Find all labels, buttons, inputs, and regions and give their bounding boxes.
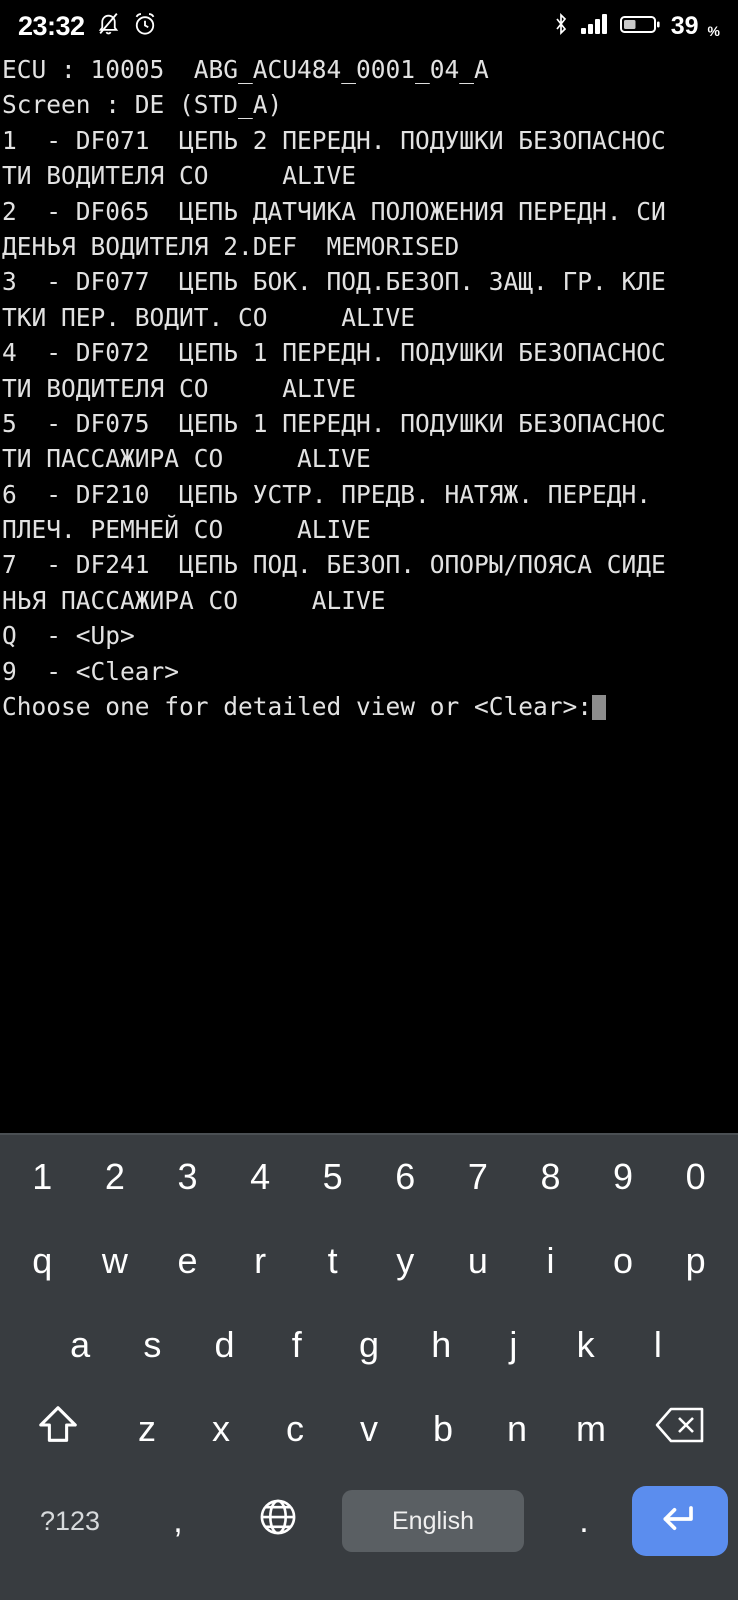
- language-switch-key[interactable]: [226, 1471, 330, 1571]
- symbols-key[interactable]: ?123: [10, 1471, 130, 1571]
- period-key[interactable]: .: [536, 1471, 632, 1571]
- key-8[interactable]: 8: [514, 1135, 587, 1219]
- terminal-line: 1 - DF071 ЦЕПЬ 2 ПЕРЕДН. ПОДУШКИ БЕЗОПАС…: [2, 125, 666, 155]
- key-x[interactable]: x: [184, 1387, 258, 1471]
- key-o[interactable]: o: [587, 1219, 660, 1303]
- bell-mute-icon: [96, 11, 121, 41]
- key-6[interactable]: 6: [369, 1135, 442, 1219]
- key-i[interactable]: i: [514, 1219, 587, 1303]
- text-cursor: [592, 695, 607, 721]
- key-h[interactable]: h: [405, 1303, 477, 1387]
- key-p[interactable]: p: [659, 1219, 732, 1303]
- terminal-menu-option: 9 - <Clear>: [2, 656, 180, 686]
- space-key[interactable]: English: [342, 1490, 524, 1552]
- key-j[interactable]: j: [477, 1303, 549, 1387]
- key-b[interactable]: b: [406, 1387, 480, 1471]
- terminal-line: 7 - DF241 ЦЕПЬ ПОД. БЕЗОП. ОПОРЫ/ПОЯСА С…: [2, 550, 666, 580]
- key-c[interactable]: c: [258, 1387, 332, 1471]
- key-2[interactable]: 2: [79, 1135, 152, 1219]
- keyboard-row-function: ?123 , English .: [0, 1471, 738, 1571]
- keyboard-row-numbers: 1 2 3 4 5 6 7 8 9 0: [0, 1135, 738, 1219]
- key-e[interactable]: e: [151, 1219, 224, 1303]
- enter-key[interactable]: [632, 1486, 728, 1556]
- key-7[interactable]: 7: [442, 1135, 515, 1219]
- key-z[interactable]: z: [110, 1387, 184, 1471]
- battery-icon: [619, 12, 662, 41]
- key-n[interactable]: n: [480, 1387, 554, 1471]
- keyboard-row-bottom-letters: z x c v b n m: [0, 1387, 738, 1471]
- percent-sign: %: [707, 22, 720, 39]
- key-f[interactable]: f: [261, 1303, 333, 1387]
- battery-percent: 39: [670, 11, 699, 40]
- key-0[interactable]: 0: [659, 1135, 732, 1219]
- key-3[interactable]: 3: [151, 1135, 224, 1219]
- status-bar-left: 23:32: [18, 11, 158, 42]
- key-w[interactable]: w: [79, 1219, 152, 1303]
- key-1[interactable]: 1: [6, 1135, 79, 1219]
- terminal-line: ECU : 10005 ABG_ACU484_0001_04_A: [2, 55, 489, 84]
- key-t[interactable]: t: [296, 1219, 369, 1303]
- backspace-key[interactable]: [628, 1387, 732, 1471]
- key-q[interactable]: q: [6, 1219, 79, 1303]
- shift-icon: [35, 1402, 81, 1457]
- key-m[interactable]: m: [554, 1387, 628, 1471]
- terminal-line: 5 - DF075 ЦЕПЬ 1 ПЕРЕДН. ПОДУШКИ БЕЗОПАС…: [2, 408, 666, 438]
- phone-screen: 23:32 39 % ECU: 10005 ABG_ACU484_0001_0…: [0, 0, 738, 1600]
- terminal-menu-option: Q - <Up>: [2, 621, 135, 651]
- status-bar-right: 39 %: [550, 12, 720, 41]
- key-l[interactable]: l: [622, 1303, 694, 1387]
- key-5[interactable]: 5: [296, 1135, 369, 1219]
- alarm-clock-icon: [132, 11, 158, 42]
- key-r[interactable]: r: [224, 1219, 297, 1303]
- key-y[interactable]: y: [369, 1219, 442, 1303]
- key-k[interactable]: k: [550, 1303, 622, 1387]
- terminal-line: ТИ ВОДИТЕЛЯ СО ALIVE: [2, 161, 357, 191]
- keyboard-row-home: a s d f g h j k l: [0, 1303, 738, 1387]
- terminal-line: 3 - DF077 ЦЕПЬ БОК. ПОД.БЕЗОП. ЗАЩ. ГР. …: [2, 267, 666, 297]
- terminal-line: ПЛЕЧ. РЕМНЕЙ СО ALIVE: [2, 515, 371, 545]
- terminal-output[interactable]: ECU : 10005 ABG_ACU484_0001_04_A Screen …: [0, 52, 738, 1133]
- bluetooth-icon: [550, 12, 572, 41]
- signal-bars-icon: [580, 12, 611, 41]
- status-clock: 23:32: [18, 10, 85, 41]
- terminal-prompt-line: Choose one for detailed view or <Clear>:: [0, 689, 738, 724]
- enter-icon: [658, 1497, 702, 1546]
- terminal-line: 6 - DF210 ЦЕПЬ УСТР. ПРЕДВ. НАТЯЖ. ПЕРЕД…: [2, 479, 652, 509]
- terminal-line: 4 - DF072 ЦЕПЬ 1 ПЕРЕДН. ПОДУШКИ БЕЗОПАС…: [2, 338, 666, 368]
- key-u[interactable]: u: [442, 1219, 515, 1303]
- terminal-line: ТКИ ПЕР. ВОДИТ. СО ALIVE: [2, 302, 416, 332]
- shift-key[interactable]: [6, 1387, 110, 1471]
- onscreen-keyboard[interactable]: 1 2 3 4 5 6 7 8 9 0 q w e r t y u i o p …: [0, 1133, 738, 1600]
- terminal-line: 2 - DF065 ЦЕПЬ ДАТЧИКА ПОЛОЖЕНИЯ ПЕРЕДН.…: [2, 196, 666, 226]
- terminal-prompt-text: Choose one for detailed view or <Clear>:: [2, 692, 593, 722]
- key-d[interactable]: d: [188, 1303, 260, 1387]
- key-a[interactable]: a: [44, 1303, 116, 1387]
- key-g[interactable]: g: [333, 1303, 405, 1387]
- terminal-line: ДЕНЬЯ ВОДИТЕЛЯ 2.DEF MEMORISED: [2, 231, 460, 261]
- comma-key[interactable]: ,: [130, 1471, 226, 1571]
- status-bar: 23:32 39 %: [0, 0, 738, 52]
- terminal-line: Screen : DE (STD_A): [2, 90, 283, 120]
- key-9[interactable]: 9: [587, 1135, 660, 1219]
- backspace-icon: [654, 1405, 706, 1454]
- terminal-line: НЬЯ ПАССАЖИРА СО ALIVE: [2, 585, 386, 615]
- terminal-line: ТИ ВОДИТЕЛЯ СО ALIVE: [2, 373, 357, 403]
- globe-icon: [257, 1496, 299, 1547]
- key-v[interactable]: v: [332, 1387, 406, 1471]
- terminal-line: ТИ ПАССАЖИРА СО ALIVE: [2, 444, 371, 474]
- keyboard-row-top: q w e r t y u i o p: [0, 1219, 738, 1303]
- key-4[interactable]: 4: [224, 1135, 297, 1219]
- key-s[interactable]: s: [116, 1303, 188, 1387]
